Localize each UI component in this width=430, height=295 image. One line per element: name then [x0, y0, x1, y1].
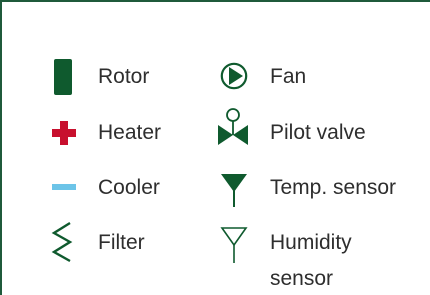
pilot-valve-icon: [218, 108, 248, 145]
cooler-label: Cooler: [98, 176, 160, 199]
fan-icon: [220, 62, 248, 90]
fan-label: Fan: [270, 65, 307, 88]
temp-sensor-icon: [221, 174, 247, 207]
cooler-minus-icon: [52, 184, 76, 190]
pilot-valve-label: Pilot valve: [270, 121, 366, 144]
humidity-sensor-label-line1: Humidity: [270, 231, 352, 254]
humidity-sensor-icon: [220, 227, 248, 263]
humidity-sensor-label-line2: sensor: [270, 267, 334, 290]
rotor-icon: [54, 59, 72, 95]
filter-zigzag-icon: [51, 221, 73, 263]
heater-plus-icon: [52, 121, 76, 145]
temp-sensor-label: Temp. sensor: [270, 176, 397, 199]
rotor-label: Rotor: [98, 65, 150, 88]
legend-box: Rotor Heater Cooler Filter Fan Pilot val…: [0, 0, 430, 295]
heater-label: Heater: [98, 121, 162, 144]
filter-label: Filter: [98, 231, 145, 254]
